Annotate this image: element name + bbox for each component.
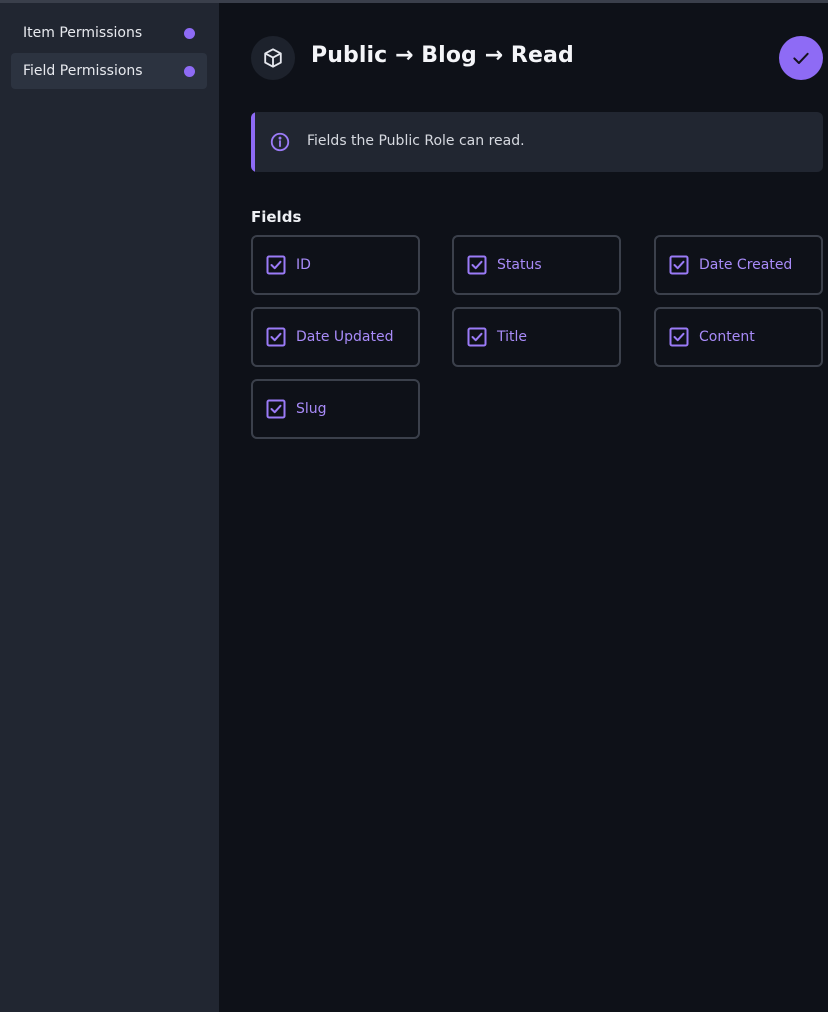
notice-accent-bar [251, 112, 255, 172]
field-label: Date Created [699, 257, 793, 273]
checkbox-checked-icon [467, 327, 487, 347]
checkbox-checked-icon [669, 327, 689, 347]
field-label: Title [497, 329, 528, 345]
box-icon [251, 36, 295, 80]
main-content: Public → Blog → Read Fields the Public R… [219, 3, 828, 1012]
status-dot [184, 65, 195, 77]
checkbox-checked-icon [266, 255, 286, 275]
field-checkbox-date-created[interactable]: Date Created [654, 235, 823, 295]
field-checkbox-slug[interactable]: Slug [251, 379, 420, 439]
field-label: Slug [296, 401, 327, 417]
sidebar: Item Permissions Field Permissions [0, 3, 219, 1012]
page-title: Public → Blog → Read [311, 43, 574, 68]
sidebar-item-field-permissions[interactable]: Field Permissions [11, 53, 207, 89]
field-checkbox-id[interactable]: ID [251, 235, 420, 295]
field-checkbox-content[interactable]: Content [654, 307, 823, 367]
check-icon [793, 52, 809, 64]
save-button[interactable] [779, 36, 823, 80]
checkbox-checked-icon [669, 255, 689, 275]
field-checkbox-date-updated[interactable]: Date Updated [251, 307, 420, 367]
info-icon [270, 132, 290, 152]
notice-text: Fields the Public Role can read. [307, 133, 525, 149]
sidebar-item-label: Item Permissions [23, 25, 143, 41]
status-dot [184, 27, 195, 39]
checkbox-checked-icon [266, 399, 286, 419]
field-label: Content [699, 329, 755, 345]
field-checkbox-status[interactable]: Status [452, 235, 621, 295]
checkbox-checked-icon [467, 255, 487, 275]
checkbox-checked-icon [266, 327, 286, 347]
sidebar-item-item-permissions[interactable]: Item Permissions [11, 15, 207, 51]
info-notice: Fields the Public Role can read. [251, 112, 823, 172]
field-label: Date Updated [296, 329, 394, 345]
field-label: Status [497, 257, 542, 273]
field-label: ID [296, 257, 311, 273]
field-checkbox-title[interactable]: Title [452, 307, 621, 367]
sidebar-item-label: Field Permissions [23, 63, 143, 79]
fields-heading: Fields [251, 208, 302, 226]
